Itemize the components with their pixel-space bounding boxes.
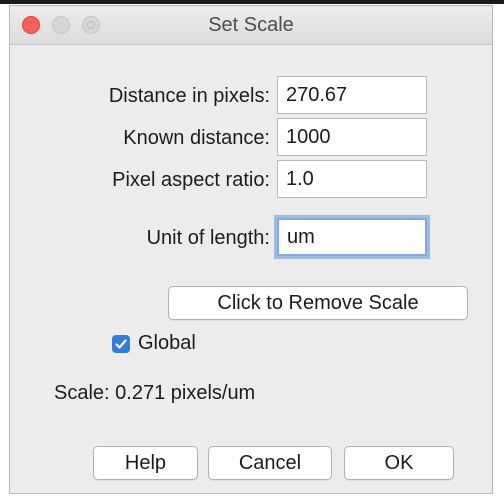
known-distance-row: Known distance: — [10, 118, 492, 158]
remove-scale-button[interactable]: Click to Remove Scale — [168, 286, 468, 320]
global-label: Global — [138, 332, 196, 354]
cancel-button[interactable]: Cancel — [208, 446, 332, 480]
known-distance-label: Known distance: — [123, 127, 270, 149]
set-scale-dialog: Set Scale Distance in pixels: Known dist… — [9, 5, 493, 494]
known-distance-input[interactable] — [277, 118, 427, 156]
pixel-aspect-ratio-row: Pixel aspect ratio: — [10, 160, 492, 200]
help-button[interactable]: Help — [93, 446, 198, 480]
checkbox-checked-icon[interactable] — [112, 335, 130, 353]
window-title: Set Scale — [208, 14, 294, 36]
unit-of-length-input[interactable] — [277, 218, 427, 256]
pixel-aspect-ratio-label: Pixel aspect ratio: — [112, 169, 270, 191]
title-bar[interactable]: Set Scale — [10, 6, 492, 45]
distance-pixels-input[interactable] — [277, 76, 427, 114]
screen-top-edge — [0, 0, 504, 4]
unit-of-length-row: Unit of length: — [10, 218, 492, 258]
distance-pixels-label: Distance in pixels: — [108, 85, 270, 107]
scale-readout: Scale: 0.271 pixels/um — [54, 382, 256, 404]
ok-button[interactable]: OK — [344, 446, 454, 480]
unit-of-length-label: Unit of length: — [146, 227, 270, 249]
pixel-aspect-ratio-input[interactable] — [277, 160, 427, 198]
distance-pixels-row: Distance in pixels: — [10, 76, 492, 116]
